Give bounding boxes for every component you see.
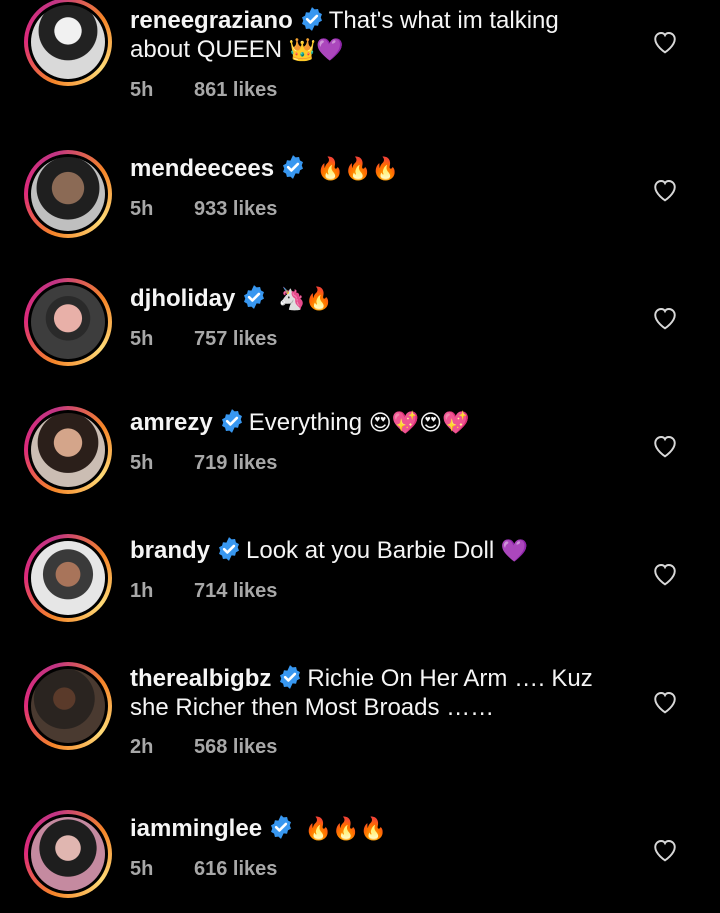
comment-emoji: 😍💖😍💖	[368, 411, 470, 436]
comment-time: 5h	[130, 858, 154, 880]
verified-badge-icon	[280, 665, 301, 689]
heart-outline-icon[interactable]	[652, 30, 678, 54]
avatar-ring[interactable]	[24, 406, 112, 494]
heart-outline-icon[interactable]	[652, 838, 678, 862]
comment-time: 1h	[130, 580, 154, 602]
comment-emoji: 🔥🔥🔥	[304, 817, 387, 842]
comment-likes[interactable]: 757 likes	[194, 328, 277, 350]
comment-emoji: 👑💜	[288, 38, 344, 63]
comment-username[interactable]: djholiday	[130, 285, 235, 312]
comment-emoji: 🦄🔥	[278, 287, 333, 312]
avatar[interactable]	[31, 5, 105, 79]
comment-text: Everything	[248, 409, 363, 436]
comment-username[interactable]: amrezy	[130, 409, 213, 436]
heart-outline-icon[interactable]	[652, 306, 678, 330]
avatar-ring[interactable]	[24, 150, 112, 238]
comment-username[interactable]: therealbigbz	[130, 665, 271, 692]
comment-likes[interactable]: 714 likes	[194, 580, 277, 602]
heart-outline-icon[interactable]	[652, 690, 678, 714]
comment-text: Look at you Barbie Doll	[246, 537, 495, 564]
avatar[interactable]	[31, 413, 105, 487]
comment-time: 5h	[130, 79, 154, 101]
comment-username[interactable]: reneegraziano	[130, 7, 293, 34]
comment-likes[interactable]: 861 likes	[194, 79, 277, 101]
avatar[interactable]	[31, 541, 105, 615]
comment-username[interactable]: iamminglee	[130, 815, 262, 842]
heart-outline-icon[interactable]	[652, 562, 678, 586]
comment-emoji: 🔥🔥🔥	[316, 157, 399, 182]
comment-emoji: 💜	[500, 539, 529, 564]
avatar[interactable]	[31, 669, 105, 743]
avatar[interactable]	[31, 285, 105, 359]
comment-time: 5h	[130, 452, 154, 474]
comment-time: 5h	[130, 198, 154, 220]
avatar[interactable]	[31, 157, 105, 231]
comment-username[interactable]: brandy	[130, 537, 210, 564]
avatar-ring[interactable]	[24, 0, 112, 86]
verified-badge-icon	[271, 815, 292, 839]
comment-likes[interactable]: 719 likes	[194, 452, 277, 474]
verified-badge-icon	[219, 537, 239, 561]
comment-username[interactable]: mendeecees	[130, 155, 274, 182]
heart-outline-icon[interactable]	[652, 178, 678, 202]
comment-time: 5h	[130, 328, 154, 350]
verified-badge-icon	[301, 7, 322, 31]
verified-badge-icon	[221, 409, 242, 433]
comment-likes[interactable]: 933 likes	[194, 198, 277, 220]
avatar-ring[interactable]	[24, 662, 112, 750]
avatar-ring[interactable]	[24, 534, 112, 622]
avatar-ring[interactable]	[24, 810, 112, 898]
comment-likes[interactable]: 616 likes	[194, 858, 277, 880]
heart-outline-icon[interactable]	[652, 434, 678, 458]
verified-badge-icon	[244, 285, 265, 309]
verified-badge-icon	[283, 155, 304, 179]
avatar[interactable]	[31, 817, 105, 891]
avatar-ring[interactable]	[24, 278, 112, 366]
comment-likes[interactable]: 568 likes	[194, 736, 277, 758]
comment-time: 2h	[130, 736, 154, 758]
